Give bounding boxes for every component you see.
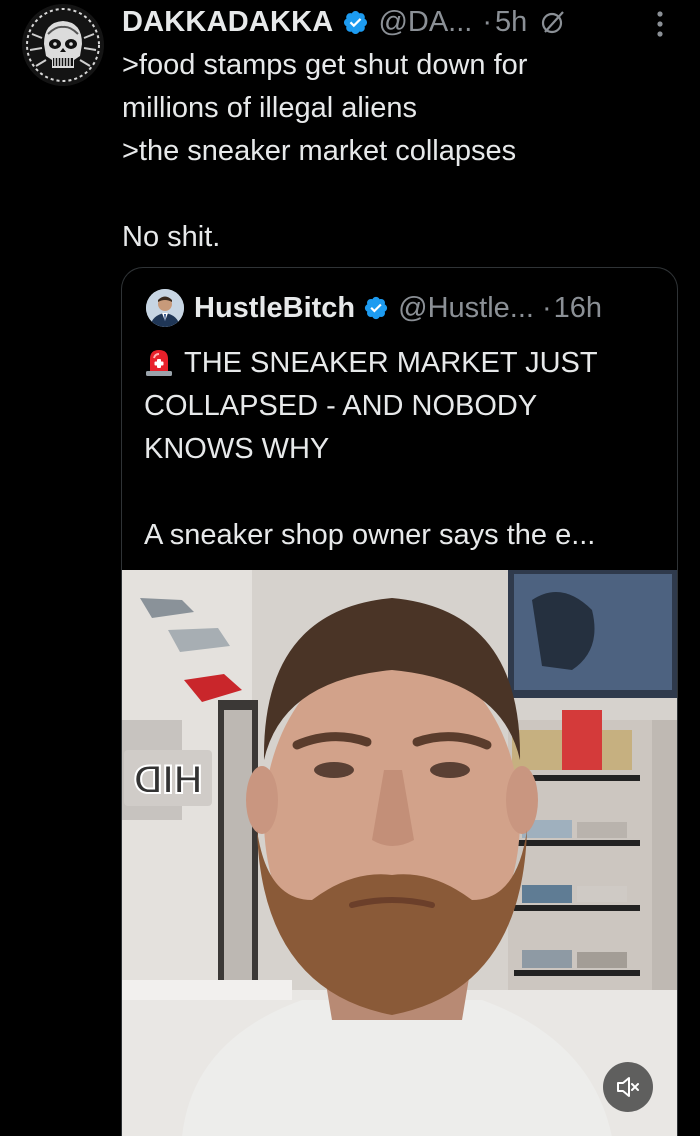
person-avatar-icon xyxy=(146,289,184,327)
more-options-icon[interactable] xyxy=(650,8,670,40)
quoted-post-time[interactable]: 16h xyxy=(554,292,602,325)
verified-badge-icon xyxy=(365,296,388,320)
quoted-tweet-text: THE SNEAKER MARKET JUST COLLAPSED - AND … xyxy=(144,342,664,557)
wall-sign: HID xyxy=(124,750,212,806)
video-frame: HID xyxy=(122,570,677,1136)
author-display-name[interactable]: DAKKADAKKA xyxy=(122,6,333,39)
tweet-header: DAKKADAKKA @DA... · 5h xyxy=(122,2,566,42)
tweet-text-line: >the sneaker market collapses xyxy=(122,135,517,167)
quoted-author-display-name[interactable]: HustleBitch xyxy=(194,292,355,325)
separator-dot: · xyxy=(482,5,493,38)
grok-icon[interactable] xyxy=(540,9,566,35)
tweet[interactable]: DAKKADAKKA @DA... · 5h >food stamps get … xyxy=(0,0,700,1136)
video-player[interactable]: HID xyxy=(122,570,677,1136)
tweet-text-line: millions of illegal aliens xyxy=(122,92,417,124)
quoted-author-avatar[interactable] xyxy=(146,289,184,327)
quoted-tweet[interactable]: HustleBitch @Hustle... · 16h THE SNEAKER… xyxy=(121,267,678,1136)
quoted-text-line: COLLAPSED - AND NOBODY xyxy=(144,390,538,422)
rotating-light-icon xyxy=(146,350,172,376)
muted-speaker-icon xyxy=(617,1077,639,1097)
wall-sign-text: HID xyxy=(134,758,203,802)
quoted-tweet-header: HustleBitch @Hustle... · 16h xyxy=(146,288,602,328)
separator-dot: · xyxy=(541,291,552,324)
quoted-text-line: THE SNEAKER MARKET JUST xyxy=(144,342,664,385)
tweet-text-line: >food stamps get shut down for xyxy=(122,49,528,81)
author-avatar[interactable] xyxy=(22,4,104,86)
skull-avatar-icon xyxy=(22,4,104,86)
quoted-text-line: KNOWS WHY xyxy=(144,433,330,465)
quoted-text-line-content: THE SNEAKER MARKET JUST xyxy=(184,347,598,379)
tweet-text: >food stamps get shut down for millions … xyxy=(122,44,682,259)
quoted-author-handle[interactable]: @Hustle... xyxy=(398,292,534,325)
tweet-text-line: No shit. xyxy=(122,221,221,253)
author-handle[interactable]: @DA... xyxy=(378,6,472,39)
mute-button[interactable] xyxy=(603,1062,653,1112)
post-time[interactable]: 5h xyxy=(495,6,527,39)
verified-badge-icon xyxy=(344,10,368,34)
quoted-text-line: A sneaker shop owner says the e... xyxy=(144,519,596,551)
